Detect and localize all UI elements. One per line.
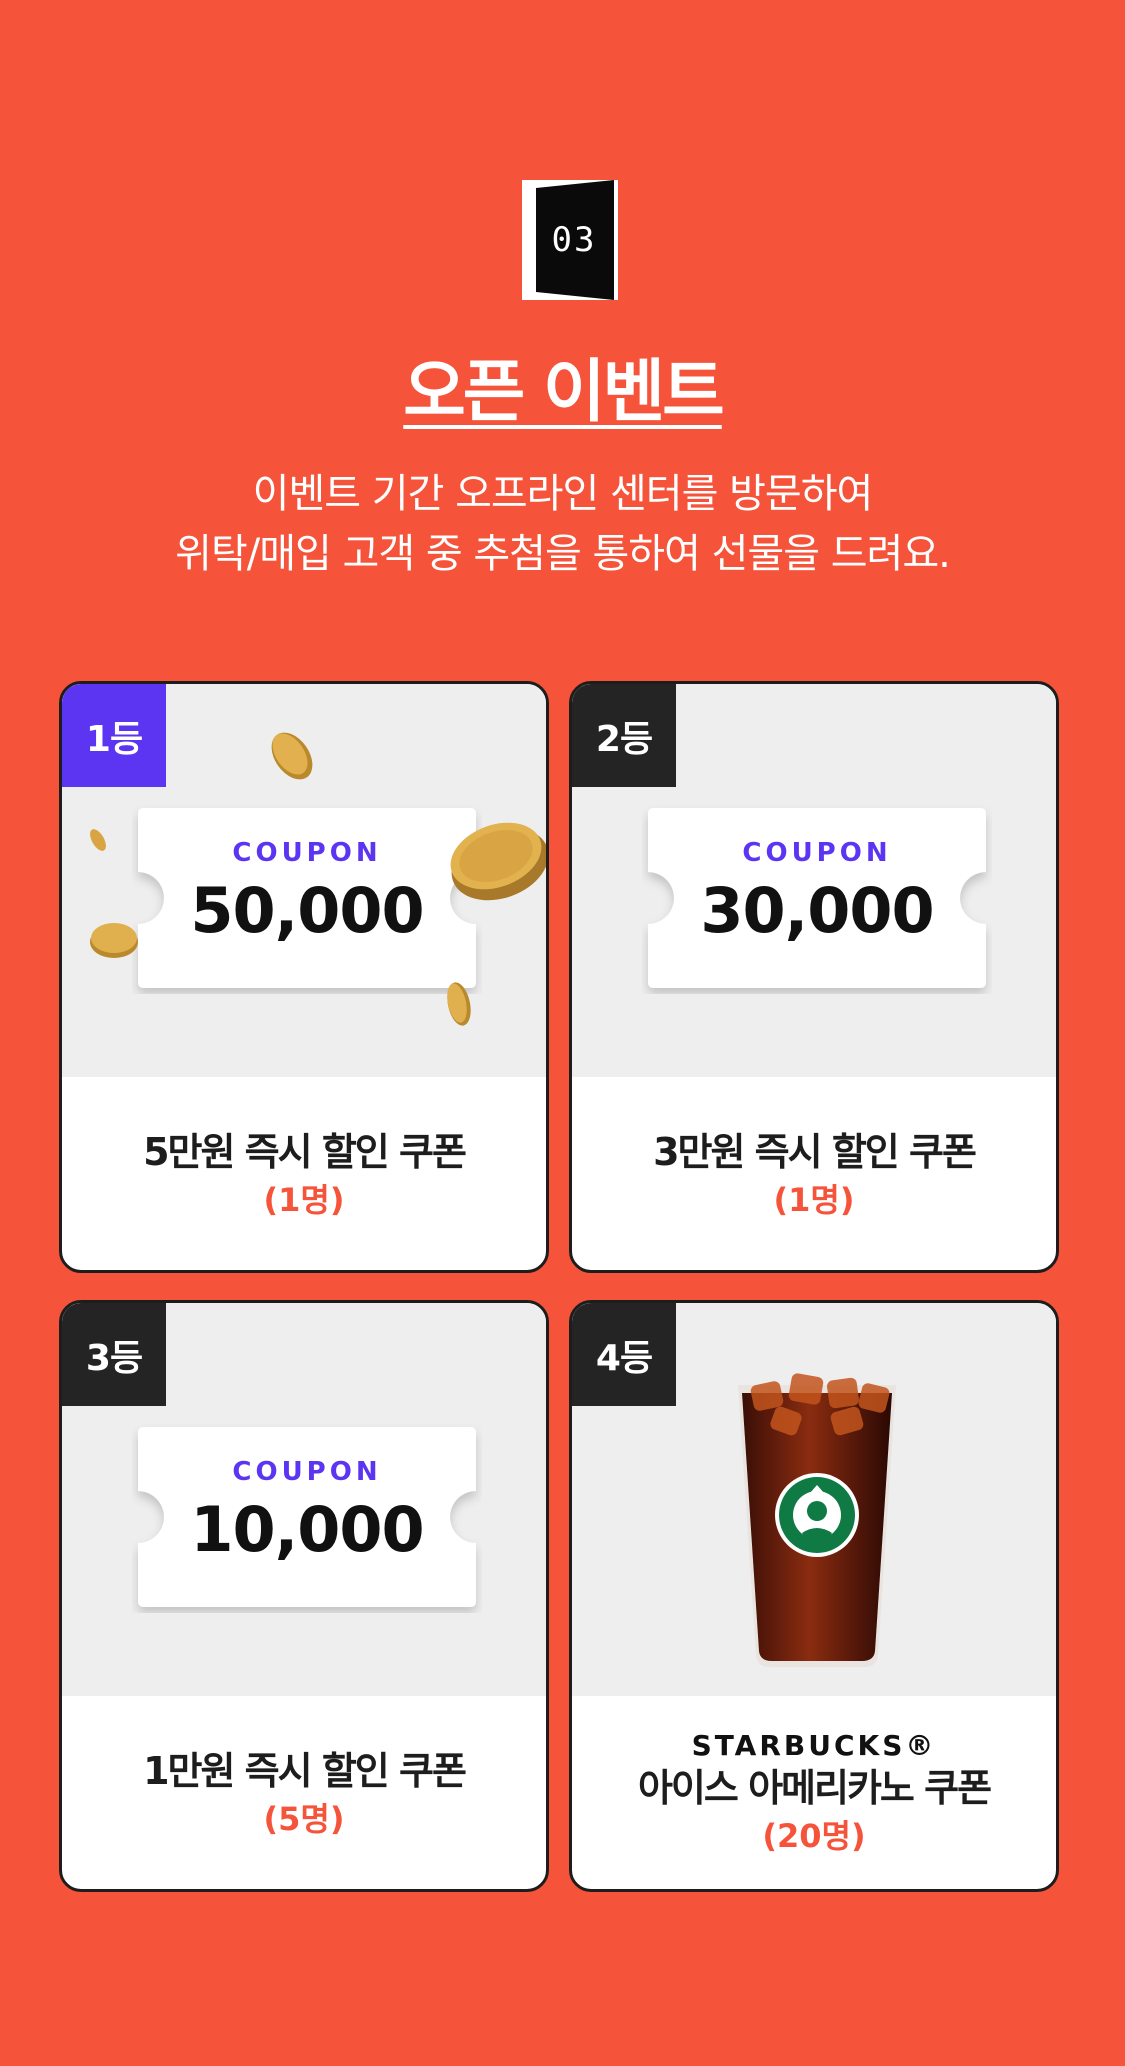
coin-icon	[90, 923, 138, 958]
event-description: 이벤트 기간 오프라인 센터를 방문하여 위탁/매입 고객 중 추첨을 통하여 …	[0, 464, 1125, 584]
rank-badge: 1등	[62, 684, 166, 787]
coin-icon	[447, 982, 471, 1026]
prize-card-3: COUPON 10,000 3등 1만원 즉시 할인 쿠폰 (5명)	[59, 1300, 549, 1892]
prize-info: 1만원 즉시 할인 쿠폰 (5명)	[62, 1696, 546, 1889]
prize-image-area: 4등	[572, 1303, 1056, 1696]
description-line: 위탁/매입 고객 중 추첨을 통하여 선물을 드려요.	[175, 531, 951, 577]
rank-badge: 3등	[62, 1303, 166, 1406]
page-title: 오픈 이벤트	[403, 353, 724, 432]
prize-card-2: COUPON 30,000 2등 3만원 즉시 할인 쿠폰 (1명)	[569, 681, 1059, 1273]
prize-info: 5만원 즉시 할인 쿠폰 (1명)	[62, 1077, 546, 1270]
prize-name: 1만원 즉시 할인 쿠폰	[143, 1749, 467, 1793]
prize-card-4: 4등 STARBUCKS® 아이스 아메리카노 쿠폰 (20명)	[569, 1300, 1059, 1892]
door-number: 03	[551, 220, 597, 260]
prize-info: STARBUCKS® 아이스 아메리카노 쿠폰 (20명)	[572, 1696, 1056, 1889]
rank-badge: 4등	[572, 1303, 676, 1406]
prize-name: 3만원 즉시 할인 쿠폰	[653, 1130, 977, 1174]
coupon-amount: 10,000	[190, 1493, 424, 1566]
coupon-label: COUPON	[232, 838, 382, 868]
winner-count: (1명)	[773, 1181, 855, 1219]
coin-icon	[90, 829, 106, 851]
coin-icon	[450, 822, 546, 901]
winner-count: (5명)	[263, 1800, 345, 1838]
prize-image-area: COUPON 30,000 2등	[572, 684, 1056, 1077]
coupon-ticket: COUPON 10,000	[132, 1421, 482, 1613]
prize-name: 아이스 아메리카노 쿠폰	[637, 1766, 992, 1810]
prize-info: 3만원 즉시 할인 쿠폰 (1명)	[572, 1077, 1056, 1270]
coupon-label: COUPON	[232, 1457, 382, 1487]
door-icon: 03	[522, 180, 618, 300]
coupon-amount: 30,000	[700, 874, 934, 947]
prize-name: 5만원 즉시 할인 쿠폰	[143, 1130, 467, 1174]
prize-card-1: COUPON 50,000 1등 5만원 즉시 할인 쿠폰 (1명)	[59, 681, 549, 1273]
prize-image-area: COUPON 10,000 3등	[62, 1303, 546, 1696]
coupon-amount: 50,000	[190, 874, 424, 947]
starbucks-logo-text: STARBUCKS®	[691, 1729, 937, 1762]
coin-icon	[271, 732, 313, 780]
prize-image-area: COUPON 50,000 1등	[62, 684, 546, 1077]
winner-count: (1명)	[263, 1181, 345, 1219]
winner-count: (20명)	[762, 1817, 866, 1855]
description-line: 이벤트 기간 오프라인 센터를 방문하여	[252, 471, 874, 517]
coupon-ticket: COUPON 50,000	[132, 802, 482, 994]
rank-badge: 2등	[572, 684, 676, 787]
coupon-ticket: COUPON 30,000	[642, 802, 992, 994]
coupon-label: COUPON	[742, 838, 892, 868]
iced-coffee-cup-icon	[738, 1373, 896, 1667]
